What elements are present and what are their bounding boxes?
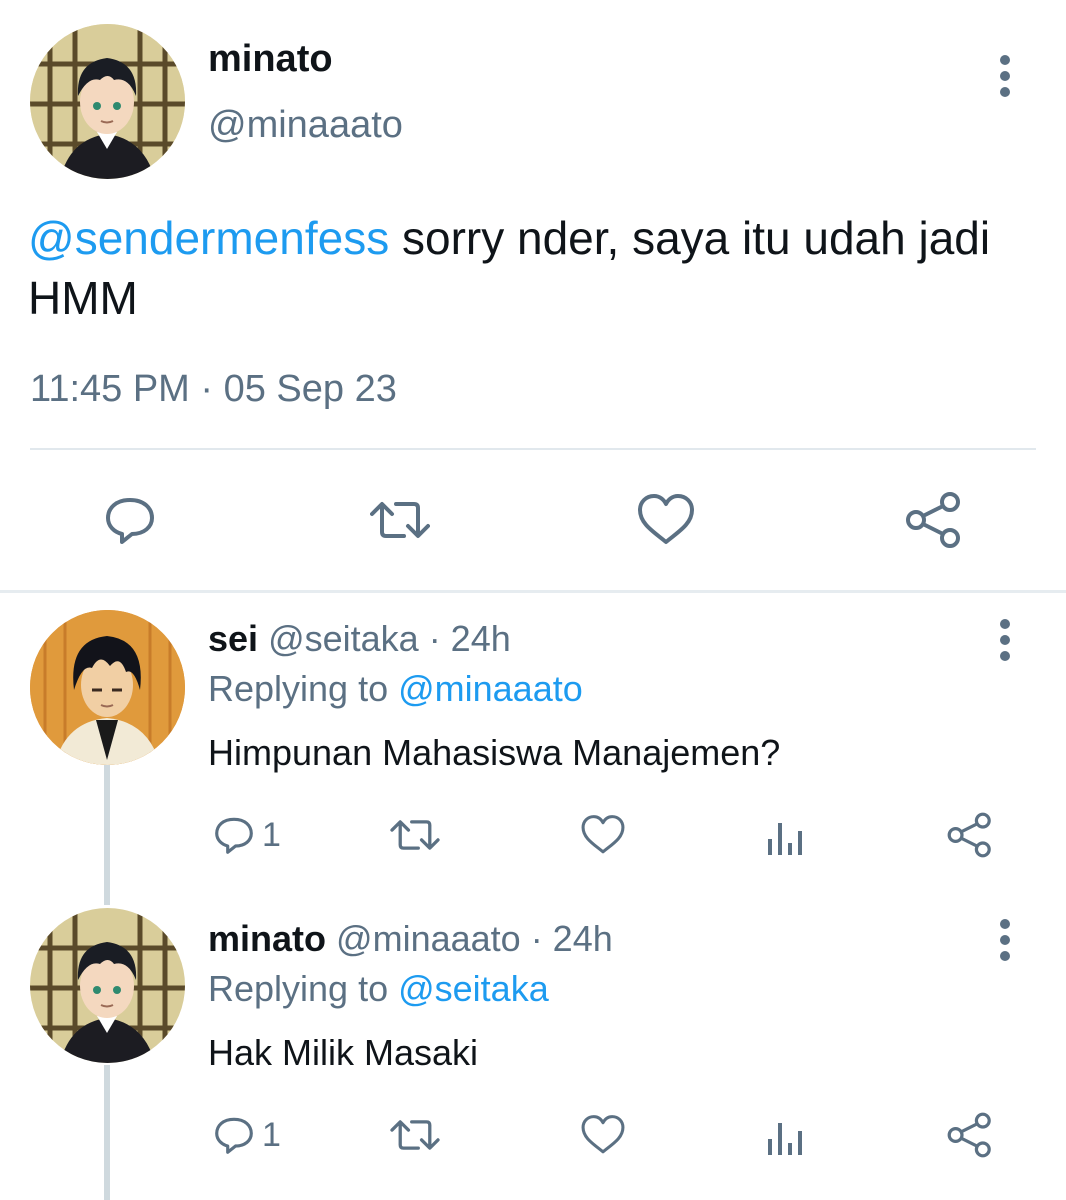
- avatar-image: [30, 610, 185, 765]
- thread-line: [104, 765, 110, 905]
- retweet-icon: [370, 502, 430, 538]
- mention-link[interactable]: @sendermenfess: [28, 212, 389, 264]
- more-options-icon[interactable]: [990, 918, 1020, 962]
- avatar[interactable]: [30, 610, 185, 765]
- replying-to: Replying to @minaaato: [208, 668, 583, 710]
- thread-line: [104, 1065, 110, 1200]
- avatar-image: [30, 24, 185, 179]
- retweet-button[interactable]: [390, 1110, 440, 1160]
- replying-to-label: Replying to: [208, 668, 399, 709]
- share-icon: [906, 492, 960, 548]
- display-name[interactable]: sei: [208, 618, 258, 659]
- reply-tweet: minato @minaaato · 24h Replying to @seit…: [0, 900, 1066, 1200]
- user-handle[interactable]: @seitaka: [268, 618, 419, 659]
- reply-icon: [215, 817, 253, 854]
- share-icon: [947, 812, 991, 858]
- share-button[interactable]: [904, 490, 964, 550]
- reply-count: 1: [262, 815, 281, 854]
- tweet-text: @sendermenfess sorry nder, saya itu udah…: [28, 208, 1048, 328]
- display-name[interactable]: minato: [208, 918, 326, 959]
- avatar[interactable]: [30, 908, 185, 1063]
- reply-button[interactable]: 1: [212, 1110, 281, 1160]
- analytics-button[interactable]: [766, 810, 806, 860]
- like-button[interactable]: [636, 490, 696, 550]
- reply-count: 1: [262, 1115, 281, 1154]
- reply-header: minato @minaaato · 24h: [208, 918, 613, 960]
- tweet-timestamp[interactable]: 11:45 PM · 05 Sep 23: [30, 368, 397, 411]
- user-handle[interactable]: @minaaato: [208, 104, 403, 147]
- replying-to-link[interactable]: @seitaka: [398, 968, 549, 1009]
- main-tweet: minato @minaaato @sendermenfess sorry nd…: [0, 0, 1066, 590]
- reply-text: Hak Milik Masaki: [208, 1032, 479, 1073]
- retweet-icon: [390, 1120, 440, 1150]
- more-options-icon[interactable]: [990, 618, 1020, 662]
- like-button[interactable]: [580, 810, 626, 860]
- tweet-age: · 24h: [428, 618, 511, 659]
- section-divider: [0, 590, 1066, 593]
- reply-text: Himpunan Mahasiswa Manajemen?: [208, 732, 781, 773]
- share-icon: [947, 1112, 991, 1158]
- reply-tweet: sei @seitaka · 24h Replying to @minaaato…: [0, 600, 1066, 905]
- tweet-age: · 24h: [530, 918, 613, 959]
- like-button[interactable]: [580, 1110, 626, 1160]
- like-icon: [581, 1115, 625, 1154]
- display-name[interactable]: minato: [208, 38, 333, 81]
- avatar-image: [30, 908, 185, 1063]
- reply-icon: [106, 498, 154, 544]
- avatar[interactable]: [30, 24, 185, 179]
- divider: [30, 448, 1036, 450]
- replying-to-link[interactable]: @minaaato: [398, 668, 583, 709]
- reply-header: sei @seitaka · 24h: [208, 618, 511, 660]
- share-button[interactable]: [946, 1110, 994, 1160]
- reply-icon: [215, 1117, 253, 1154]
- more-options-icon[interactable]: [990, 54, 1020, 98]
- reply-button[interactable]: 1: [212, 810, 281, 860]
- retweet-button[interactable]: [390, 810, 440, 860]
- replying-to: Replying to @seitaka: [208, 968, 549, 1010]
- replying-to-label: Replying to: [208, 968, 399, 1009]
- retweet-icon: [390, 820, 440, 850]
- analytics-icon: [768, 823, 802, 855]
- analytics-icon: [768, 1123, 802, 1155]
- retweet-button[interactable]: [370, 490, 430, 550]
- like-icon: [638, 494, 694, 544]
- analytics-button[interactable]: [766, 1110, 806, 1160]
- like-icon: [581, 815, 625, 854]
- reply-button[interactable]: [100, 490, 160, 550]
- user-handle[interactable]: @minaaato: [336, 918, 521, 959]
- share-button[interactable]: [946, 810, 994, 860]
